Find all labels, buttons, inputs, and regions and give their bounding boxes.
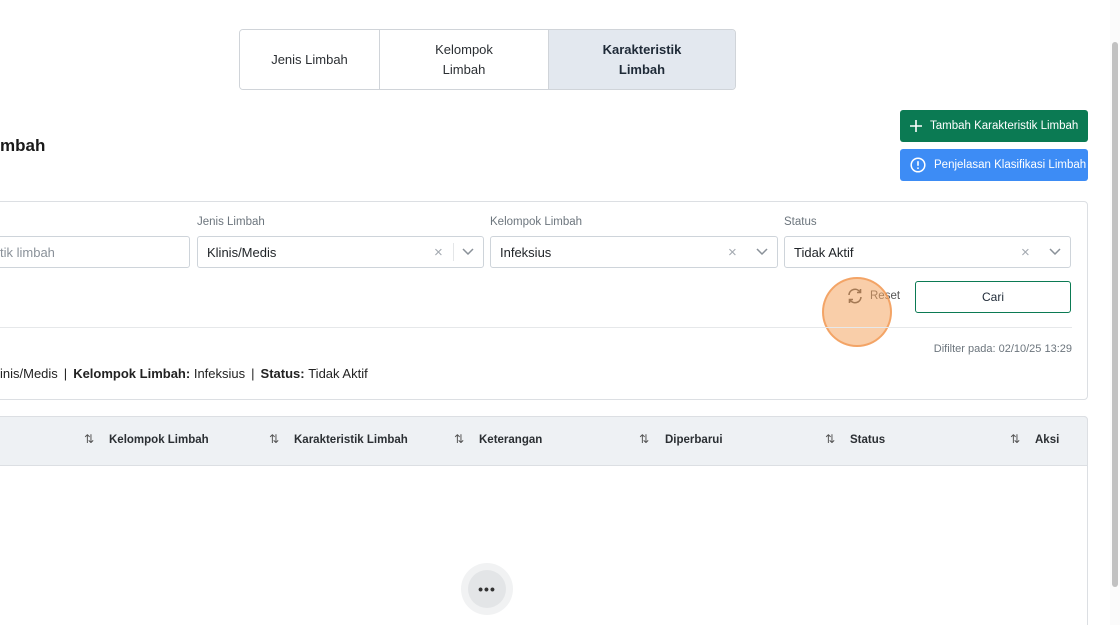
scrollbar-thumb[interactable] xyxy=(1112,42,1118,587)
info-circle-icon xyxy=(910,157,926,173)
status-label: Status xyxy=(784,216,817,228)
classification-info-button[interactable]: Penjelasan Klasifikasi Limbah xyxy=(900,149,1088,181)
summary-status-label: Status: xyxy=(260,366,305,381)
summary-kelompok-value: Infeksius xyxy=(193,366,246,381)
tab-kelompok-limbah[interactable]: Kelompok Limbah xyxy=(380,30,549,89)
classification-info-label: Penjelasan Klasifikasi Limbah xyxy=(934,159,1087,171)
sort-icon[interactable]: ⇅ xyxy=(639,432,649,446)
sort-icon[interactable]: ⇅ xyxy=(1010,432,1020,446)
status-value: Tidak Aktif xyxy=(794,244,854,260)
jenis-limbah-label: Jenis Limbah xyxy=(197,216,265,228)
more-icon: ••• xyxy=(468,570,506,608)
add-characteristic-button[interactable]: Tambah Karakteristik Limbah xyxy=(900,110,1088,142)
summary-jenis-value: inis/Medis xyxy=(0,366,58,381)
kelompok-limbah-label: Kelompok Limbah xyxy=(490,216,583,228)
refresh-icon xyxy=(848,288,862,304)
summary-status-value: Tidak Aktif xyxy=(308,366,368,381)
chevron-down-icon[interactable] xyxy=(462,248,474,256)
clear-jenis-icon[interactable]: × xyxy=(434,244,443,261)
filtered-timestamp: Difilter pada: 02/10/25 13:29 xyxy=(933,343,1072,355)
column-diperbarui[interactable]: Diperbarui xyxy=(665,434,723,446)
sort-icon[interactable]: ⇅ xyxy=(84,432,94,446)
clear-kelompok-icon[interactable]: × xyxy=(728,244,737,261)
reset-button[interactable]: Reset xyxy=(846,288,900,304)
active-filter-summary: inis/Medis | Kelompok Limbah: Infeksius | St… xyxy=(0,366,368,381)
summary-kelompok-label: Kelompok Limbah: xyxy=(73,366,191,381)
filter-divider xyxy=(0,327,1072,328)
jenis-limbah-select[interactable]: Klinis/Medis × xyxy=(197,236,484,268)
summary-separator: | xyxy=(63,366,68,381)
column-status[interactable]: Status xyxy=(850,434,885,446)
chevron-down-icon[interactable] xyxy=(1049,248,1061,256)
waste-category-tabs: Jenis Limbah Kelompok Limbah Karakterist… xyxy=(239,29,736,90)
search-placeholder: tik limbah xyxy=(0,244,55,260)
search-input[interactable]: tik limbah xyxy=(0,236,190,268)
chevron-down-icon[interactable] xyxy=(756,248,768,256)
summary-separator: | xyxy=(251,366,255,381)
tab-jenis-limbah[interactable]: Jenis Limbah xyxy=(240,30,380,89)
jenis-limbah-value: Klinis/Medis xyxy=(207,244,277,260)
kelompok-limbah-value: Infeksius xyxy=(500,244,552,260)
sort-icon[interactable]: ⇅ xyxy=(825,432,835,446)
page-scrollbar[interactable] xyxy=(1110,0,1120,625)
plus-icon xyxy=(910,120,922,132)
tab-karakteristik-limbah[interactable]: Karakteristik Limbah xyxy=(549,30,735,89)
column-kelompok-limbah[interactable]: Kelompok Limbah xyxy=(109,434,209,446)
loading-indicator: ••• xyxy=(461,563,513,615)
status-select[interactable]: Tidak Aktif × xyxy=(784,236,1071,268)
add-characteristic-label: Tambah Karakteristik Limbah xyxy=(930,120,1079,132)
column-karakteristik-limbah[interactable]: Karakteristik Limbah xyxy=(294,434,408,446)
kelompok-limbah-select[interactable]: Infeksius × xyxy=(490,236,778,268)
sort-icon[interactable]: ⇅ xyxy=(269,432,279,446)
search-button[interactable]: Cari xyxy=(915,281,1071,313)
column-aksi[interactable]: Aksi xyxy=(1035,434,1059,446)
page-title: mbah xyxy=(0,136,46,155)
reset-label: Reset xyxy=(870,290,901,302)
column-keterangan[interactable]: Keterangan xyxy=(479,434,542,446)
clear-status-icon[interactable]: × xyxy=(1021,244,1030,261)
sort-icon[interactable]: ⇅ xyxy=(454,432,464,446)
select-divider xyxy=(453,243,454,261)
